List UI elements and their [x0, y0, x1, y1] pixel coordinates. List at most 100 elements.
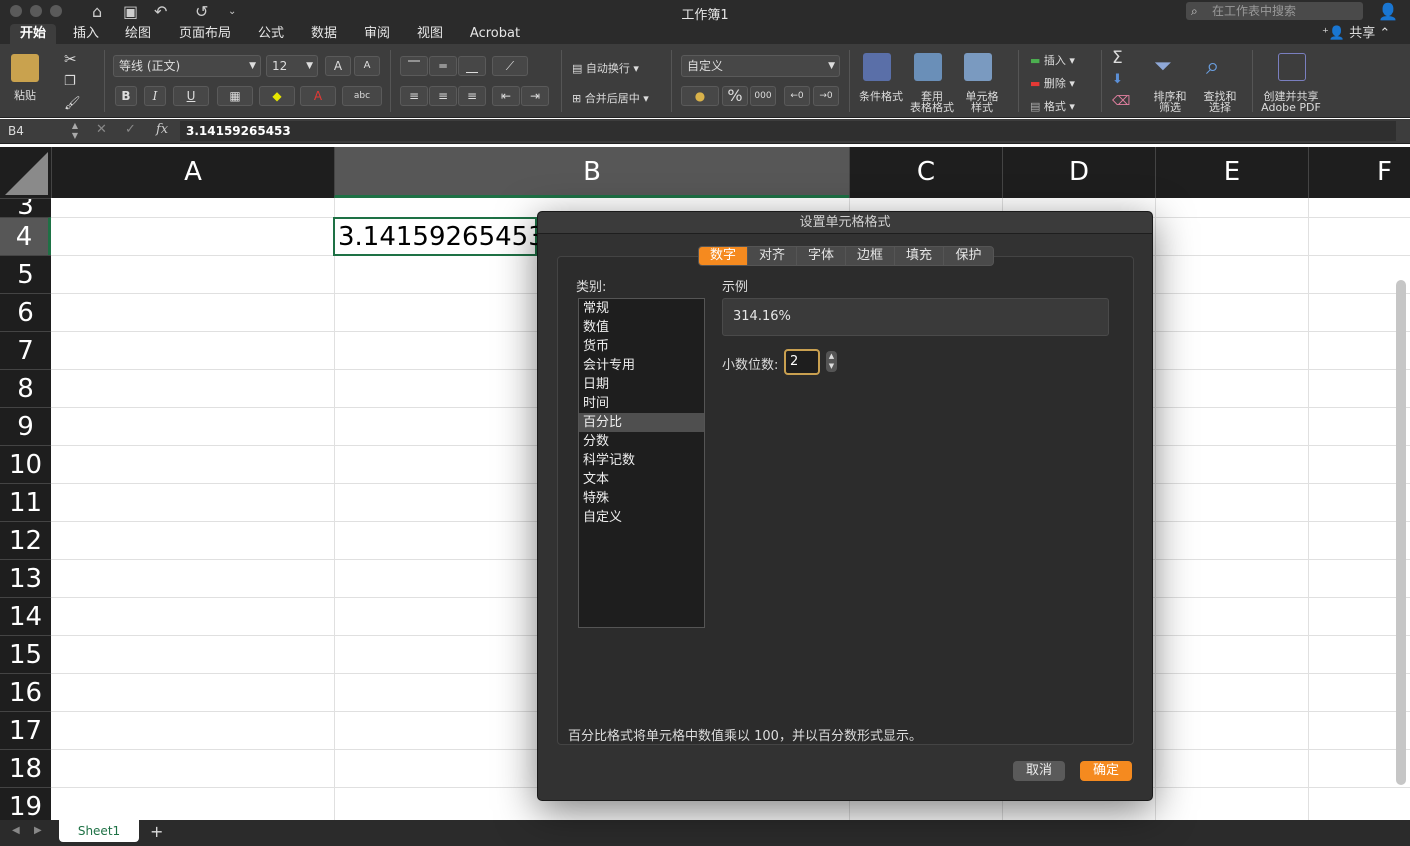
tab-draw[interactable]: 绘图 [117, 24, 159, 44]
tab-fill[interactable]: 填充 [895, 247, 944, 265]
tab-view[interactable]: 视图 [409, 24, 451, 44]
tab-page-layout[interactable]: 页面布局 [172, 24, 238, 44]
fill-icon[interactable]: ⬇ [1112, 72, 1123, 87]
column-header-c[interactable]: C [849, 147, 1002, 198]
tab-home[interactable]: 开始 [10, 24, 56, 44]
selected-cell-b4[interactable]: 3.14159265453 [333, 217, 545, 256]
name-box[interactable]: B4 ▲ ▼ [4, 121, 80, 141]
column-header-f[interactable]: F [1308, 147, 1410, 198]
row-header[interactable]: 12 [0, 521, 51, 559]
category-text[interactable]: 文本 [579, 470, 704, 489]
align-right-button[interactable]: ≡ [458, 86, 486, 106]
font-name-select[interactable]: 等线 (正文) ▼ [113, 55, 261, 77]
shrink-font-button[interactable]: A [354, 56, 380, 76]
merge-center-button[interactable]: ⊞ 合并后居中 ▾ [572, 90, 649, 106]
comma-style-button[interactable]: 000 [750, 86, 776, 106]
align-middle-button[interactable]: ═ [429, 56, 457, 76]
category-list[interactable]: 常规 数值 货币 会计专用 日期 时间 百分比 分数 科学记数 文本 特殊 自定… [578, 298, 705, 628]
category-number[interactable]: 数值 [579, 318, 704, 337]
formula-input[interactable]: 3.14159265453 [180, 121, 1396, 141]
italic-button[interactable]: I [144, 86, 166, 106]
format-painter-icon[interactable]: 🖌 [64, 96, 81, 111]
row-header[interactable]: 18 [0, 749, 51, 787]
decrease-decimal-button[interactable]: →0 [813, 86, 839, 106]
wrap-text-button[interactable]: ▤ 自动换行 ▾ [572, 60, 639, 76]
cut-icon[interactable]: ✂ [64, 50, 77, 68]
ok-button[interactable]: 确定 [1080, 761, 1132, 781]
clear-icon[interactable]: ⌫ [1112, 94, 1130, 109]
align-center-button[interactable]: ≡ [429, 86, 457, 106]
tab-insert[interactable]: 插入 [65, 24, 107, 44]
increase-indent-button[interactable]: ⇥ [521, 86, 549, 106]
cell-styles-icon[interactable] [964, 53, 992, 81]
percent-style-button[interactable]: % [722, 86, 748, 106]
account-icon[interactable]: 👤 [1378, 2, 1398, 22]
category-custom[interactable]: 自定义 [579, 508, 704, 527]
row-header[interactable]: 14 [0, 597, 51, 635]
column-header-e[interactable]: E [1155, 147, 1308, 198]
decimal-places-input[interactable]: 2 [784, 349, 820, 375]
category-general[interactable]: 常规 [579, 299, 704, 318]
insert-cells-button[interactable]: ▬ 插入 ▾ [1030, 52, 1075, 68]
row-header[interactable]: 10 [0, 445, 51, 483]
cancel-button[interactable]: 取消 [1013, 761, 1065, 781]
tab-data[interactable]: 数据 [303, 24, 345, 44]
font-size-select[interactable]: 12 ▼ [266, 55, 318, 77]
row-header[interactable]: 6 [0, 293, 51, 331]
row-header[interactable]: 16 [0, 673, 51, 711]
tab-alignment[interactable]: 对齐 [748, 247, 797, 265]
row-header[interactable]: 17 [0, 711, 51, 749]
clipboard-icon[interactable] [11, 54, 39, 82]
next-sheet-icon[interactable]: ▶ [34, 825, 42, 836]
category-currency[interactable]: 货币 [579, 337, 704, 356]
category-date[interactable]: 日期 [579, 375, 704, 394]
prev-sheet-icon[interactable]: ◀ [12, 825, 20, 836]
row-header[interactable]: 11 [0, 483, 51, 521]
category-accounting[interactable]: 会计专用 [579, 356, 704, 375]
category-percentage[interactable]: 百分比 [579, 413, 704, 432]
row-header[interactable]: 8 [0, 369, 51, 407]
accounting-format-button[interactable]: ● [681, 86, 719, 106]
tab-formulas[interactable]: 公式 [250, 24, 292, 44]
tab-border[interactable]: 边框 [846, 247, 895, 265]
format-cells-button[interactable]: ▤ 格式 ▾ [1030, 98, 1075, 114]
font-color-button[interactable]: A [300, 86, 336, 106]
align-top-button[interactable]: ⎺ [400, 56, 428, 76]
category-time[interactable]: 时间 [579, 394, 704, 413]
tab-protection[interactable]: 保护 [944, 247, 993, 265]
find-select-icon[interactable]: ⌕ [1206, 52, 1219, 80]
copy-icon[interactable]: ❐ [64, 74, 76, 89]
decrease-indent-button[interactable]: ⇤ [492, 86, 520, 106]
select-all-button[interactable] [0, 147, 51, 198]
sheet-tab-sheet1[interactable]: Sheet1 [59, 820, 139, 842]
insert-function-icon[interactable]: fx [156, 122, 168, 137]
row-header[interactable]: 7 [0, 331, 51, 369]
confirm-entry-icon[interactable]: ✓ [125, 122, 136, 137]
column-header-a[interactable]: A [51, 147, 334, 198]
phonetic-button[interactable]: abc [342, 86, 382, 106]
align-left-button[interactable]: ≡ [400, 86, 428, 106]
row-header[interactable]: 13 [0, 559, 51, 597]
row-header-selected[interactable]: 4 [0, 217, 51, 255]
search-input[interactable]: ⌕ 在工作表中搜索 [1186, 2, 1363, 20]
row-header[interactable]: 15 [0, 635, 51, 673]
orientation-button[interactable]: ⟋ [492, 56, 528, 76]
grow-font-button[interactable]: A [325, 56, 351, 76]
underline-button[interactable]: U [173, 86, 209, 106]
category-fraction[interactable]: 分数 [579, 432, 704, 451]
delete-cells-button[interactable]: ▬ 删除 ▾ [1030, 75, 1075, 91]
row-header[interactable]: 9 [0, 407, 51, 445]
tab-acrobat[interactable]: Acrobat [467, 24, 523, 44]
bold-button[interactable]: B [115, 86, 137, 106]
tab-number[interactable]: 数字 [699, 247, 748, 265]
column-header-b[interactable]: B [334, 147, 849, 198]
row-header[interactable]: 5 [0, 255, 51, 293]
align-bottom-button[interactable]: ⎽ [458, 56, 486, 76]
share-button[interactable]: ⁺👤 共享 ⌃ [1322, 24, 1390, 44]
increase-decimal-button[interactable]: ←0 [784, 86, 810, 106]
border-button[interactable]: ▦ [217, 86, 253, 106]
autosum-icon[interactable]: Σ [1112, 48, 1123, 68]
decimal-places-stepper[interactable]: ▲ ▼ [826, 351, 837, 372]
row-header[interactable]: 3 [0, 198, 51, 217]
category-special[interactable]: 特殊 [579, 489, 704, 508]
